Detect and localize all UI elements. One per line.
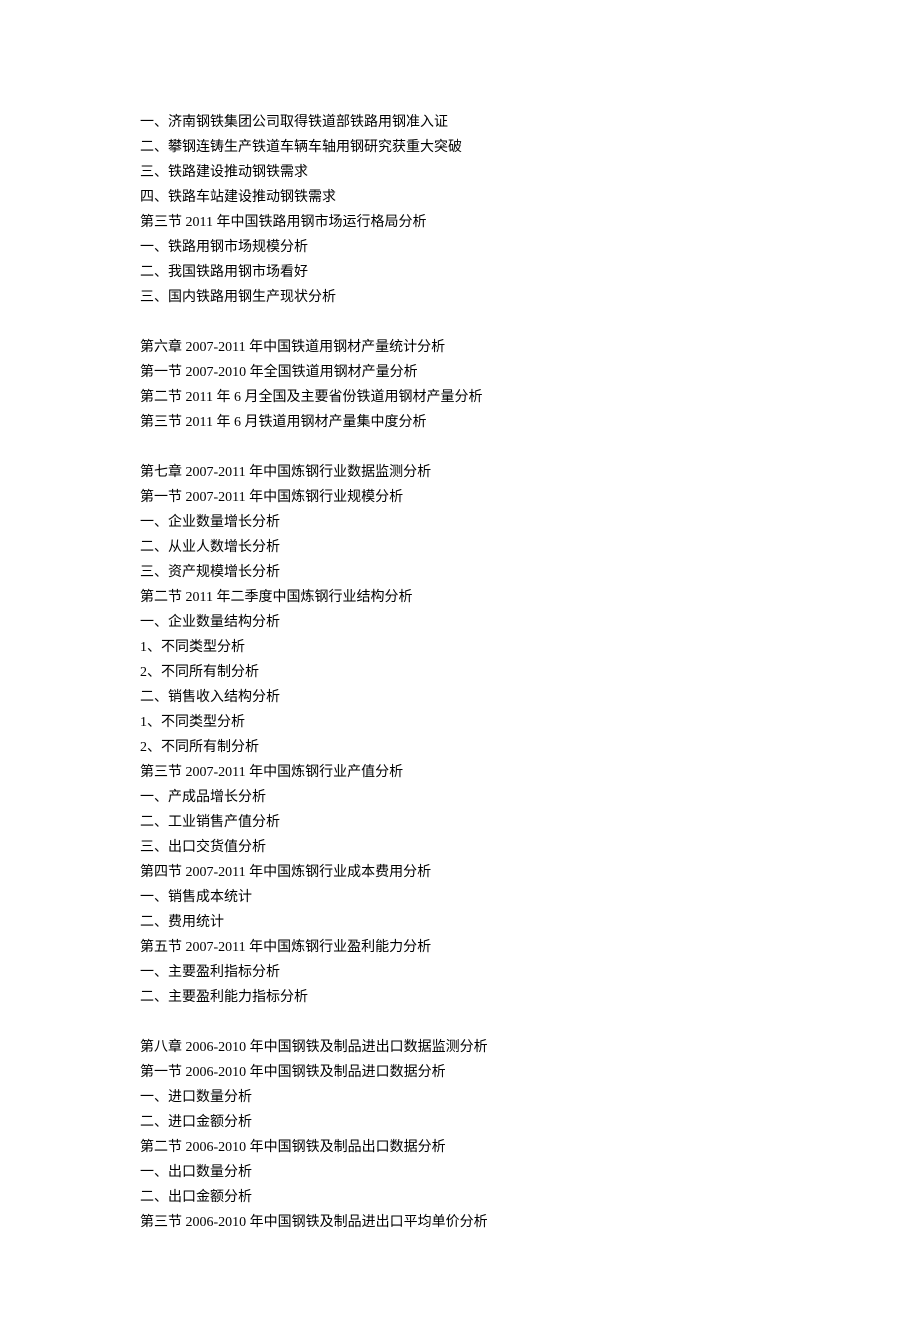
toc-line: 第五节 2007-2011 年中国炼钢行业盈利能力分析 [140, 935, 780, 960]
toc-block-3: 第八章 2006-2010 年中国钢铁及制品进出口数据监测分析 第一节 2006… [140, 1035, 780, 1235]
toc-line: 1、不同类型分析 [140, 710, 780, 735]
toc-block-1: 第六章 2007-2011 年中国铁道用钢材产量统计分析 第一节 2007-20… [140, 335, 780, 435]
toc-line: 三、国内铁路用钢生产现状分析 [140, 285, 780, 310]
toc-line: 三、出口交货值分析 [140, 835, 780, 860]
toc-line: 一、销售成本统计 [140, 885, 780, 910]
toc-line: 2、不同所有制分析 [140, 660, 780, 685]
toc-line: 第一节 2007-2011 年中国炼钢行业规模分析 [140, 485, 780, 510]
toc-line: 第一节 2007-2010 年全国铁道用钢材产量分析 [140, 360, 780, 385]
toc-line: 三、资产规模增长分析 [140, 560, 780, 585]
toc-line: 第二节 2011 年 6 月全国及主要省份铁道用钢材产量分析 [140, 385, 780, 410]
toc-line: 第二节 2006-2010 年中国钢铁及制品出口数据分析 [140, 1135, 780, 1160]
toc-line: 第三节 2006-2010 年中国钢铁及制品进出口平均单价分析 [140, 1210, 780, 1235]
toc-line: 第七章 2007-2011 年中国炼钢行业数据监测分析 [140, 460, 780, 485]
toc-line: 1、不同类型分析 [140, 635, 780, 660]
toc-line: 第二节 2011 年二季度中国炼钢行业结构分析 [140, 585, 780, 610]
toc-line: 三、铁路建设推动钢铁需求 [140, 160, 780, 185]
toc-line: 一、铁路用钢市场规模分析 [140, 235, 780, 260]
toc-line: 一、出口数量分析 [140, 1160, 780, 1185]
toc-line: 第三节 2007-2011 年中国炼钢行业产值分析 [140, 760, 780, 785]
toc-line: 二、攀钢连铸生产铁道车辆车轴用钢研究获重大突破 [140, 135, 780, 160]
toc-line: 二、出口金额分析 [140, 1185, 780, 1210]
document-page: 一、济南钢铁集团公司取得铁道部铁路用钢准入证 二、攀钢连铸生产铁道车辆车轴用钢研… [0, 0, 920, 1335]
toc-line: 二、销售收入结构分析 [140, 685, 780, 710]
toc-line: 第四节 2007-2011 年中国炼钢行业成本费用分析 [140, 860, 780, 885]
toc-line: 二、主要盈利能力指标分析 [140, 985, 780, 1010]
toc-line: 一、主要盈利指标分析 [140, 960, 780, 985]
toc-line: 第一节 2006-2010 年中国钢铁及制品进口数据分析 [140, 1060, 780, 1085]
toc-line: 一、企业数量结构分析 [140, 610, 780, 635]
toc-line: 二、费用统计 [140, 910, 780, 935]
toc-line: 第八章 2006-2010 年中国钢铁及制品进出口数据监测分析 [140, 1035, 780, 1060]
toc-line: 一、济南钢铁集团公司取得铁道部铁路用钢准入证 [140, 110, 780, 135]
toc-line: 二、工业销售产值分析 [140, 810, 780, 835]
toc-block-0: 一、济南钢铁集团公司取得铁道部铁路用钢准入证 二、攀钢连铸生产铁道车辆车轴用钢研… [140, 110, 780, 310]
toc-line: 第六章 2007-2011 年中国铁道用钢材产量统计分析 [140, 335, 780, 360]
toc-line: 第三节 2011 年 6 月铁道用钢材产量集中度分析 [140, 410, 780, 435]
toc-line: 二、从业人数增长分析 [140, 535, 780, 560]
toc-line: 第三节 2011 年中国铁路用钢市场运行格局分析 [140, 210, 780, 235]
toc-line: 一、进口数量分析 [140, 1085, 780, 1110]
toc-line: 一、企业数量增长分析 [140, 510, 780, 535]
toc-line: 二、进口金额分析 [140, 1110, 780, 1135]
toc-block-2: 第七章 2007-2011 年中国炼钢行业数据监测分析 第一节 2007-201… [140, 460, 780, 1010]
toc-line: 2、不同所有制分析 [140, 735, 780, 760]
toc-line: 四、铁路车站建设推动钢铁需求 [140, 185, 780, 210]
toc-line: 一、产成品增长分析 [140, 785, 780, 810]
toc-line: 二、我国铁路用钢市场看好 [140, 260, 780, 285]
